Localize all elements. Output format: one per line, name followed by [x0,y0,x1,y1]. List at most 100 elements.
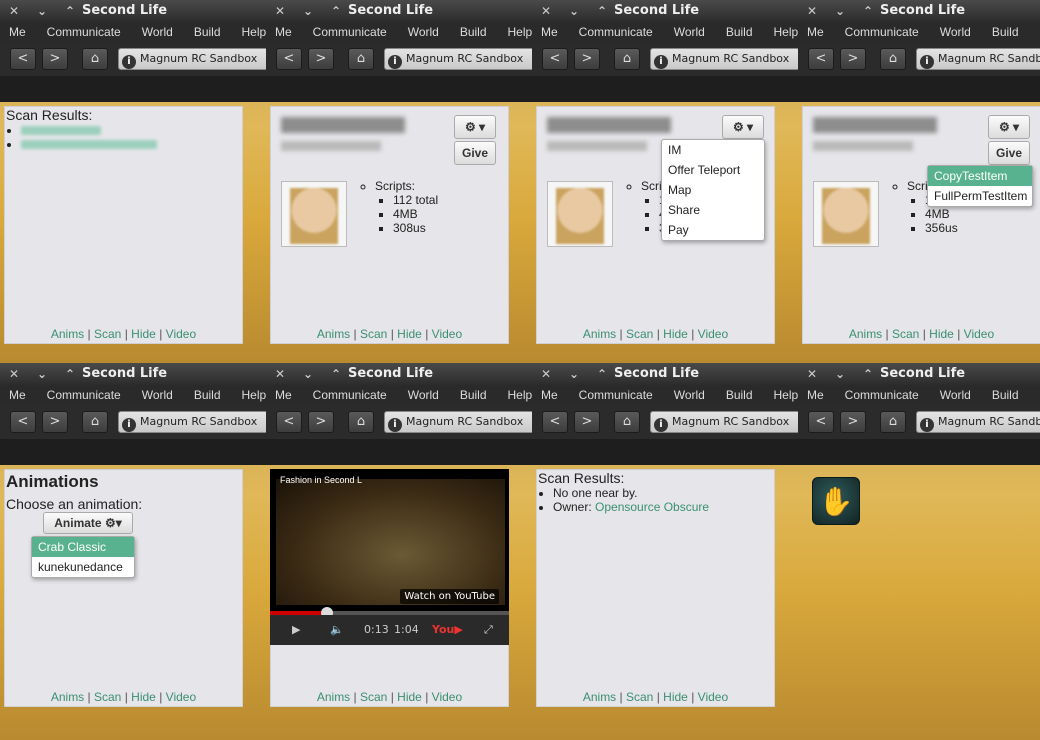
forward-button[interactable]: > [574,48,600,70]
menu-communicate[interactable]: Communicate [313,22,387,39]
chevron-up-icon[interactable]: ⌃ [594,3,610,19]
location-field[interactable]: i Magnum RC Sandbox [916,48,1040,70]
menu-world[interactable]: World [940,22,971,39]
scan-link[interactable]: Scan [626,690,653,704]
info-icon[interactable]: i [654,418,668,432]
chevron-up-icon[interactable]: ⌃ [62,3,78,19]
forward-button[interactable]: > [574,411,600,433]
home-button[interactable]: ⌂ [614,48,640,70]
chevron-up-icon[interactable]: ⌃ [860,366,876,382]
chevron-up-icon[interactable]: ⌃ [860,3,876,19]
back-button[interactable]: < [10,48,36,70]
menu-build[interactable]: Build [194,385,221,402]
menu-item-pay[interactable]: Pay [662,220,764,240]
menu-communicate[interactable]: Communicate [47,22,121,39]
menu-me[interactable]: Me [541,22,558,39]
menu-item-crab-classic[interactable]: Crab Classic [32,537,134,557]
anims-link[interactable]: Anims [51,690,84,704]
close-icon[interactable]: ✕ [804,3,820,19]
chevron-down-icon[interactable]: ⌄ [832,366,848,382]
blurred-avatar-link[interactable] [21,126,101,136]
home-button[interactable]: ⌂ [82,48,108,70]
watch-on-youtube-link[interactable]: Watch on YouTube [400,589,499,604]
menu-help[interactable]: Help [242,385,266,402]
anims-link[interactable]: Anims [583,690,616,704]
location-field[interactable]: i Magnum RC Sandbox [384,411,532,433]
close-icon[interactable]: ✕ [272,366,288,382]
volume-icon[interactable]: 🔈 [330,623,344,636]
back-button[interactable]: < [276,48,302,70]
give-button[interactable]: Give [988,141,1030,165]
close-icon[interactable]: ✕ [538,366,554,382]
home-button[interactable]: ⌂ [880,411,906,433]
chevron-down-icon[interactable]: ⌄ [300,366,316,382]
back-button[interactable]: < [808,411,834,433]
hide-link[interactable]: Hide [131,327,156,341]
list-item[interactable] [21,123,242,137]
hide-link[interactable]: Hide [663,327,688,341]
menu-communicate[interactable]: Communicate [579,22,653,39]
video-link[interactable]: Video [698,327,728,341]
info-icon[interactable]: i [122,55,136,69]
blurred-avatar-link[interactable] [21,140,157,150]
back-button[interactable]: < [276,411,302,433]
owner-link[interactable]: Opensource Obscure [595,500,709,514]
menu-world[interactable]: World [142,22,173,39]
info-icon[interactable]: i [122,418,136,432]
menu-item-im[interactable]: IM [662,140,764,160]
list-item[interactable] [21,137,242,151]
second-life-hand-icon[interactable]: ✋ [812,477,860,525]
menu-help[interactable]: Help [508,22,532,39]
menu-communicate[interactable]: Communicate [845,385,919,402]
back-button[interactable]: < [542,48,568,70]
forward-button[interactable]: > [840,411,866,433]
menu-item-share[interactable]: Share [662,200,764,220]
menu-help[interactable]: Help [242,22,266,39]
menu-world[interactable]: World [142,385,173,402]
menu-me[interactable]: Me [807,385,824,402]
chevron-up-icon[interactable]: ⌃ [594,366,610,382]
menu-item-offer-teleport[interactable]: Offer Teleport [662,160,764,180]
info-icon[interactable]: i [388,55,402,69]
menu-build[interactable]: Build [194,22,221,39]
hide-link[interactable]: Hide [929,327,954,341]
scan-link[interactable]: Scan [94,327,121,341]
back-button[interactable]: < [808,48,834,70]
close-icon[interactable]: ✕ [538,3,554,19]
hide-link[interactable]: Hide [397,690,422,704]
hide-link[interactable]: Hide [131,690,156,704]
menu-build[interactable]: Build [726,22,753,39]
scan-link[interactable]: Scan [360,327,387,341]
menu-help[interactable]: Help [774,385,798,402]
menu-communicate[interactable]: Communicate [579,385,653,402]
anims-link[interactable]: Anims [849,327,882,341]
menu-item-copy-test-item[interactable]: CopyTestItem [928,166,1032,186]
fullscreen-icon[interactable]: ⤢ [484,623,493,637]
forward-button[interactable]: > [840,48,866,70]
close-icon[interactable]: ✕ [272,3,288,19]
scan-link[interactable]: Scan [360,690,387,704]
menu-item-full-perm-test-item[interactable]: FullPermTestItem [928,186,1032,206]
gear-menu-button[interactable]: ⚙ ▾ [988,115,1030,139]
video-link[interactable]: Video [964,327,994,341]
scan-link[interactable]: Scan [94,690,121,704]
video-player[interactable]: Fashion in Second L Watch on YouTube ▶ 🔈… [270,469,509,645]
anims-link[interactable]: Anims [583,327,616,341]
location-field[interactable]: i Magnum RC Sandbox [650,48,798,70]
home-button[interactable]: ⌂ [348,48,374,70]
youtube-logo-icon[interactable]: You▶ [432,623,463,636]
menu-me[interactable]: Me [275,22,292,39]
chevron-up-icon[interactable]: ⌃ [328,3,344,19]
menu-world[interactable]: World [940,385,971,402]
forward-button[interactable]: > [42,411,68,433]
gear-menu-button[interactable]: ⚙ ▾ [722,115,764,139]
location-field[interactable]: i Magnum RC Sandbox [118,48,266,70]
location-field[interactable]: i Magnum RC Sandbox [916,411,1040,433]
gear-menu-button[interactable]: ⚙ ▾ [454,115,496,139]
video-link[interactable]: Video [166,327,196,341]
location-field[interactable]: i Magnum RC Sandbox [118,411,266,433]
chevron-down-icon[interactable]: ⌄ [34,366,50,382]
location-field[interactable]: i Magnum RC Sandbox [650,411,798,433]
menu-world[interactable]: World [674,385,705,402]
menu-communicate[interactable]: Communicate [313,385,387,402]
